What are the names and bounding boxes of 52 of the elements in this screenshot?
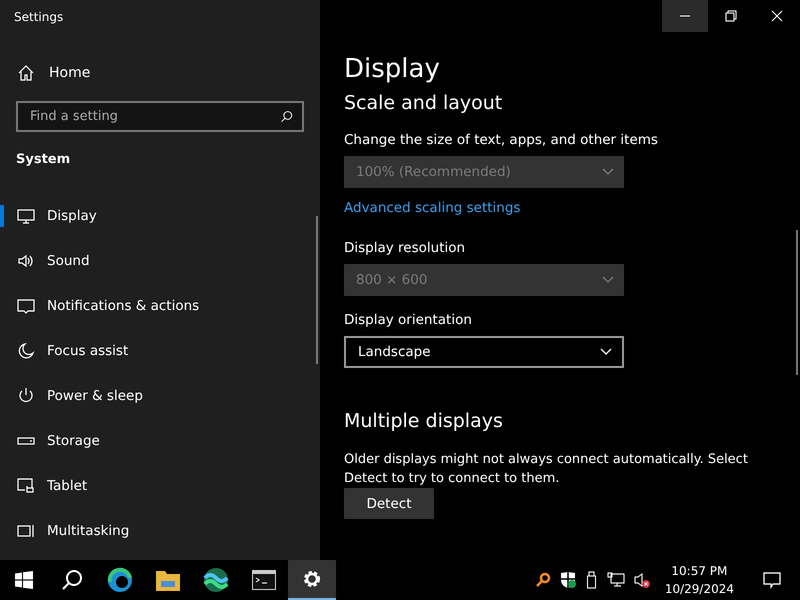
detect-button[interactable]: Detect [344, 488, 434, 519]
power-icon [17, 386, 35, 404]
nav-item[interactable]: Tablet [0, 463, 320, 508]
search-icon [61, 569, 83, 591]
close-icon [771, 10, 783, 22]
search-input[interactable]: Find a setting [28, 108, 280, 125]
field-label: Display orientation [344, 312, 473, 328]
tablet-icon [17, 476, 35, 494]
chevron-down-icon [600, 348, 612, 356]
field-label: Display resolution [344, 240, 466, 256]
chevron-down-icon [602, 168, 614, 176]
chevron-down-icon [602, 276, 614, 284]
shield-icon[interactable] [558, 571, 577, 589]
moon-icon [17, 342, 35, 360]
network-icon[interactable] [606, 572, 625, 588]
search-field[interactable]: Find a setting [16, 101, 304, 132]
terminal-icon [252, 570, 276, 590]
nav-item[interactable]: Storage [0, 418, 320, 463]
description-text: Older displays might not always connect automatically. Select Detect to try to connect to them. [344, 451, 749, 488]
monitor-icon [17, 206, 35, 224]
section-heading: Scale and layout [344, 92, 504, 114]
nav-item[interactable]: Multitasking [0, 508, 320, 553]
window-title: Settings [13, 9, 64, 26]
scrollbar[interactable] [796, 230, 798, 375]
search-icon [280, 110, 294, 124]
message-icon [17, 296, 35, 314]
nav-item[interactable]: Notifications & actions [0, 283, 320, 328]
nav-item[interactable]: Display [0, 193, 320, 238]
nav-item[interactable]: Power & sleep [0, 373, 320, 418]
gear-icon [301, 568, 323, 590]
nav-item[interactable]: Sound [0, 238, 320, 283]
field-label: Change the size of text, apps, and other items [344, 132, 659, 148]
folder-icon [155, 568, 181, 592]
dropdown[interactable]: Landscape [344, 336, 624, 368]
section-heading: Multiple displays [344, 410, 504, 432]
scrollbar[interactable] [316, 216, 318, 364]
usb-drive-icon[interactable] [584, 571, 599, 589]
nav-item[interactable]: Focus assist [0, 328, 320, 373]
speech-bubble-icon [763, 571, 781, 589]
browser-icon [107, 567, 133, 593]
clock[interactable]: 10:57 PM 10/29/2024 [658, 562, 740, 598]
scaling-link[interactable]: Advanced scaling settings [344, 200, 520, 216]
muted-speaker-icon[interactable] [632, 571, 651, 589]
magnifier-icon[interactable] [534, 572, 551, 588]
taskbar-app[interactable] [288, 560, 336, 600]
page-title: Display [344, 54, 441, 84]
home-nav-item[interactable]: Home [0, 57, 108, 89]
restore-icon [725, 10, 737, 22]
wave-app-icon [203, 567, 229, 593]
home-icon [17, 64, 35, 82]
section-heading: System [15, 152, 72, 167]
windows-logo-icon [15, 571, 33, 589]
